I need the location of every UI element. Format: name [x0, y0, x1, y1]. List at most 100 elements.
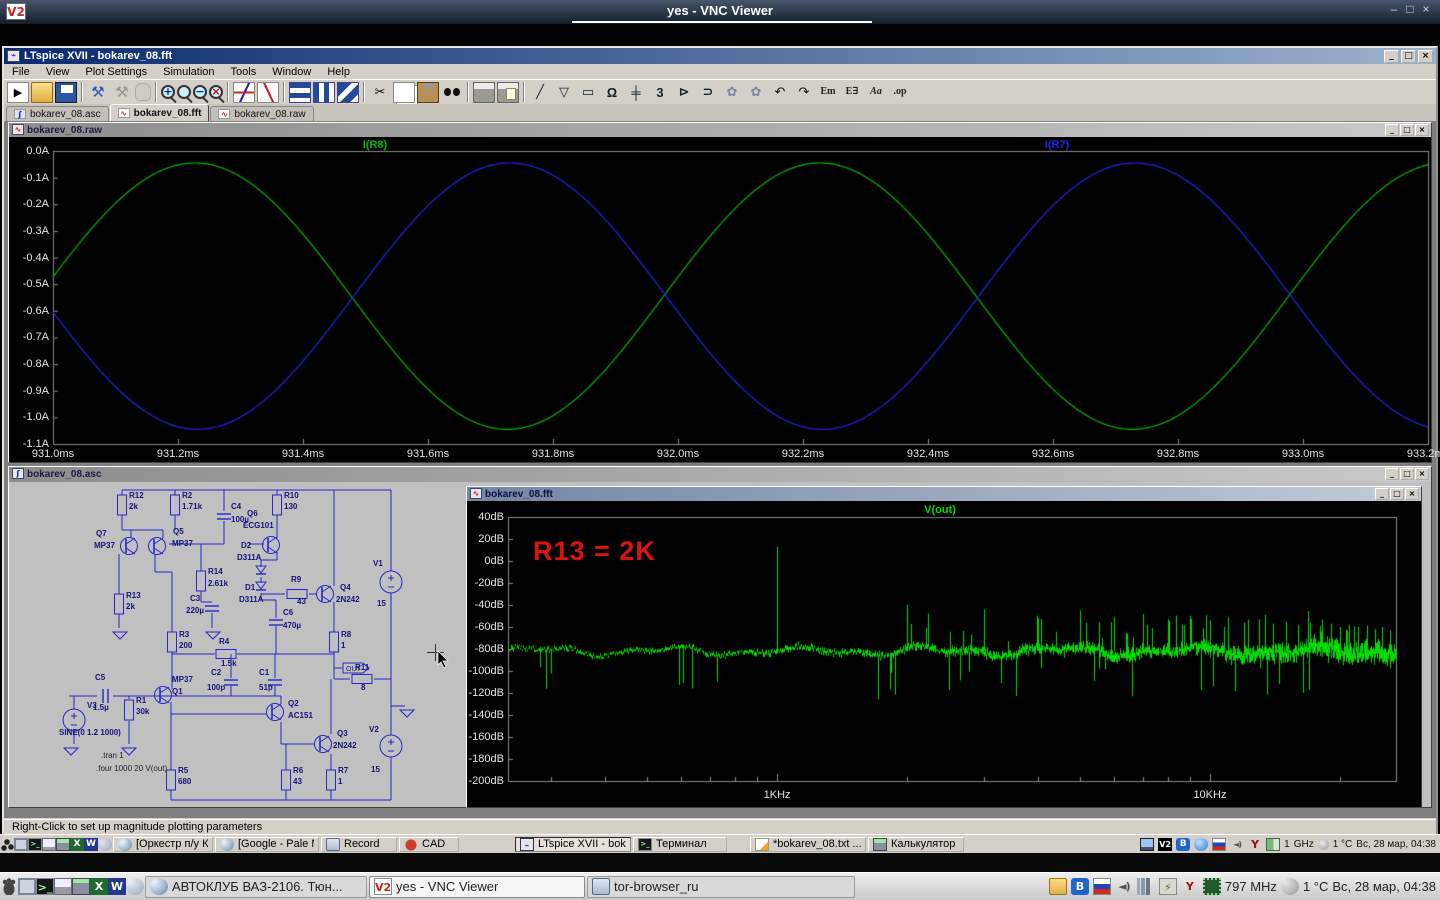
net-label-icon[interactable]: ▭ — [577, 82, 599, 103]
resistor-icon[interactable]: Ω — [601, 82, 623, 103]
copy-icon[interactable] — [393, 82, 415, 103]
paste-icon[interactable] — [417, 82, 439, 103]
schematic-window-buttons[interactable]: _□× — [1385, 468, 1429, 480]
excel-icon[interactable]: X — [90, 878, 108, 895]
taskbar-button[interactable]: [Google - Pale M... — [215, 837, 319, 852]
vnc-window-controls[interactable]: –□× — [1386, 2, 1434, 16]
globe-icon[interactable] — [150, 878, 168, 895]
term-icon[interactable]: >_ — [638, 838, 652, 851]
word-icon[interactable]: W — [84, 838, 98, 851]
asc-minimize-button[interactable]: _ — [1385, 468, 1399, 480]
ltspice-menubar[interactable]: FileViewPlot SettingsSimulationToolsWind… — [4, 64, 1436, 79]
vnc-icon[interactable]: V2 — [374, 878, 392, 895]
vnc-maximize-button[interactable]: □ — [1402, 2, 1418, 16]
note-icon[interactable] — [755, 838, 769, 851]
control-panel-icon[interactable]: ⚒ — [87, 82, 109, 103]
vnc-minimize-button[interactable]: – — [1386, 2, 1402, 16]
wine-icon[interactable]: Y — [1181, 878, 1199, 895]
menu-view[interactable]: View — [38, 65, 78, 79]
ltspice-window-buttons[interactable]: _□× — [1384, 50, 1433, 63]
rotate-icon[interactable]: E∃ — [841, 82, 863, 103]
print-icon[interactable] — [473, 82, 495, 103]
fft-maximize-button[interactable]: □ — [1390, 488, 1404, 500]
schematic-titlebar[interactable]: ʃ bokarev_08.asc _□× — [9, 467, 1431, 482]
cascade-icon[interactable] — [337, 82, 359, 103]
cut-icon[interactable]: ✂ — [369, 82, 391, 103]
calculator-icon[interactable] — [56, 838, 70, 851]
battery-icon[interactable] — [1266, 838, 1280, 851]
print-preview-icon[interactable] — [497, 82, 519, 103]
fft-close-button[interactable]: × — [1405, 488, 1419, 500]
menu-file[interactable]: File — [4, 65, 38, 79]
autorange-icon[interactable] — [233, 82, 255, 103]
run-icon[interactable] — [7, 82, 29, 103]
wine-icon[interactable]: Y — [1248, 838, 1262, 851]
start-menu-foot-icon[interactable] — [0, 878, 18, 895]
zoom-out-icon[interactable]: − — [193, 85, 207, 99]
taskbar-button[interactable]: [Оркестр п/у Ка... — [113, 837, 213, 852]
zoom-extents-icon[interactable] — [177, 85, 191, 99]
excel-icon[interactable]: X — [70, 838, 84, 851]
raw-maximize-button[interactable]: □ — [1400, 124, 1414, 136]
computer-icon[interactable] — [54, 878, 72, 895]
raw-plot-titlebar[interactable]: ∿ bokarev_08.raw _□× — [9, 123, 1431, 138]
ltspice-maximize-button[interactable]: □ — [1401, 50, 1416, 63]
browser-icon[interactable] — [126, 878, 144, 895]
start-menu-icon[interactable] — [0, 838, 14, 851]
display-icon[interactable]: >_ — [28, 838, 42, 851]
browser-icon[interactable] — [98, 838, 112, 851]
ground-icon[interactable]: ▽ — [553, 82, 575, 103]
menu-help[interactable]: Help — [319, 65, 358, 79]
raw-close-button[interactable]: × — [1415, 124, 1429, 136]
cpu-icon[interactable] — [1203, 878, 1221, 895]
draw-wire-icon[interactable]: ╱ — [529, 82, 551, 103]
system-tray[interactable]: V2B◄)Y1GHz1 °CВс, 28 мар, 04:38 — [1140, 838, 1440, 851]
picture-icon[interactable] — [18, 878, 36, 895]
calculator-icon[interactable] — [72, 878, 90, 895]
bluetooth-icon[interactable]: B — [1176, 838, 1190, 851]
host-taskbar[interactable]: >_XWАВТОКЛУБ ВАЗ-2106. Тюн...V2yes - VNC… — [0, 872, 1440, 900]
globe-icon[interactable] — [118, 838, 132, 851]
computer-icon[interactable] — [42, 838, 56, 851]
folder2-icon[interactable] — [592, 878, 610, 895]
tab-bokarev_08.raw[interactable]: ∿bokarev_08.raw — [210, 106, 313, 121]
vnc-icon[interactable]: V2 — [1158, 838, 1172, 851]
terminal-icon[interactable]: >_ — [36, 878, 54, 895]
ltspice-tab-bar[interactable]: ʃbokarev_08.asc∿bokarev_08.fft∿bokarev_0… — [4, 104, 1436, 121]
folder2-icon[interactable] — [326, 838, 340, 851]
tile-horizontal-icon[interactable] — [289, 82, 311, 103]
vnc-close-button[interactable]: × — [1418, 2, 1434, 16]
taskbar-button[interactable]: Калькулятор — [868, 837, 964, 852]
drag-icon[interactable]: ✿ — [745, 82, 767, 103]
raw-window-buttons[interactable]: _□× — [1385, 124, 1429, 136]
fft-window-buttons[interactable]: _□× — [1375, 488, 1419, 500]
fft-minimize-button[interactable]: _ — [1375, 488, 1389, 500]
wrench-disabled-icon[interactable]: ⚒ — [111, 82, 133, 103]
remote-taskbar[interactable]: >_ XW [Оркестр п/у Ка...[Google - Pale M..… — [0, 834, 1440, 853]
picture-icon[interactable] — [14, 838, 28, 851]
ltspice-minimize-button[interactable]: _ — [1384, 50, 1399, 63]
tile-vertical-icon[interactable] — [313, 82, 335, 103]
raw-plot-area[interactable] — [9, 137, 1431, 462]
globe-icon[interactable] — [220, 838, 234, 851]
moon-icon[interactable] — [1281, 878, 1299, 895]
taskbar-button[interactable]: Record — [321, 837, 397, 852]
text-tool-icon[interactable]: Aa — [865, 82, 887, 103]
menu-window[interactable]: Window — [264, 65, 319, 79]
volume-icon[interactable]: ◄) — [1230, 838, 1244, 851]
water-drop-icon[interactable] — [1194, 838, 1208, 851]
taskbar-button[interactable]: V2yes - VNC Viewer — [369, 876, 585, 898]
pan-hand-icon[interactable] — [135, 83, 151, 101]
display-settings-icon[interactable] — [1140, 838, 1154, 851]
asc-maximize-button[interactable]: □ — [1400, 468, 1414, 480]
tab-bokarev_08.fft[interactable]: ∿bokarev_08.fft — [110, 104, 210, 121]
taskbar-button[interactable]: tor-browser_ru — [587, 876, 855, 898]
ltspice-close-button[interactable]: × — [1418, 50, 1433, 63]
diode-icon[interactable]: ⊳ — [673, 82, 695, 103]
asc-close-button[interactable]: × — [1415, 468, 1429, 480]
ltspice-titlebar[interactable]: ⌁ LTspice XVII - bokarev_08.fft _□× — [4, 48, 1436, 64]
taskbar-button[interactable]: *bokarev_08.txt ... — [750, 837, 866, 852]
power-icon[interactable]: ⚡ — [1159, 878, 1177, 895]
waveform-plot-canvas[interactable] — [9, 137, 1431, 462]
find-icon[interactable] — [441, 82, 463, 103]
